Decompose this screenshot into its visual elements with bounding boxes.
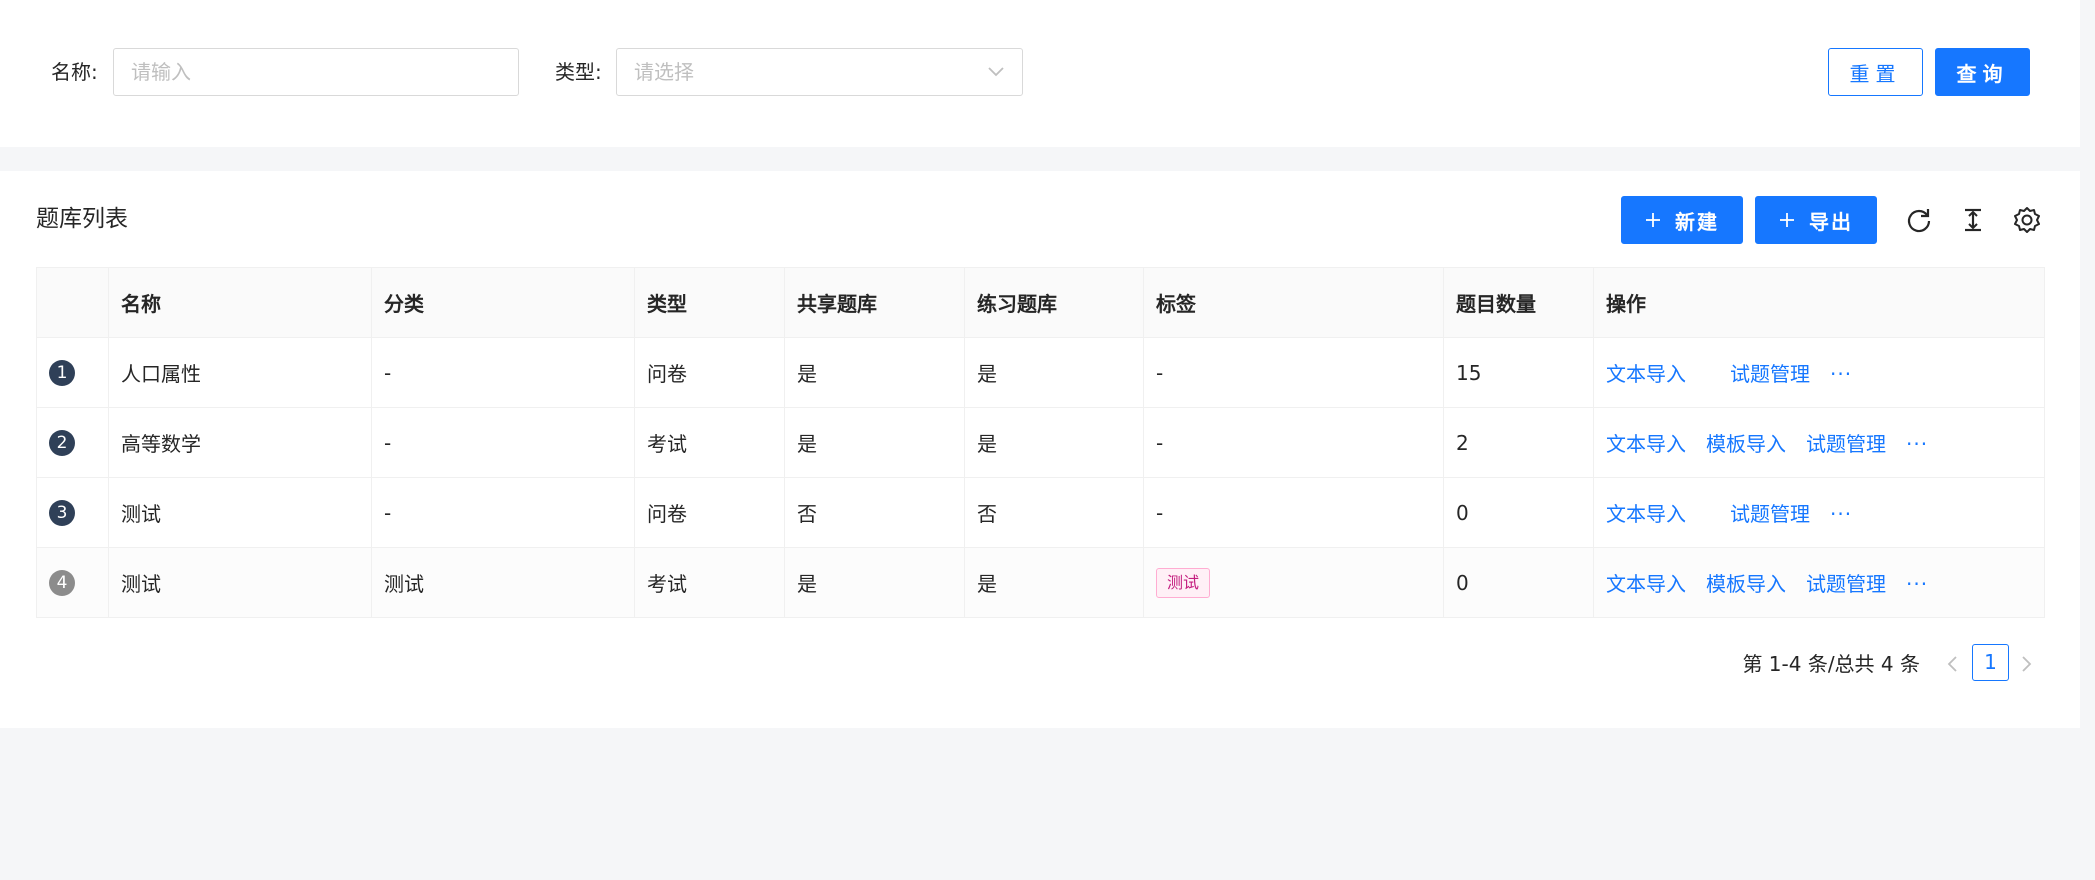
- more-actions-button[interactable]: ···: [1830, 362, 1852, 386]
- tag-cell: -: [1143, 337, 1444, 408]
- category-cell: -: [371, 477, 635, 548]
- count-cell: 0: [1443, 477, 1594, 548]
- search-panel: 名称: 请输入 类型: 请选择 重置 查询: [0, 0, 2080, 147]
- category-cell: -: [371, 407, 635, 478]
- type-cell: 考试: [634, 547, 785, 618]
- type-label: 类型:: [555, 60, 602, 84]
- new-button[interactable]: 新建: [1621, 196, 1743, 244]
- name-cell: 高等数学: [108, 407, 372, 478]
- index-cell: 2: [36, 407, 109, 478]
- chevron-left-icon[interactable]: [1944, 655, 1962, 673]
- reset-button-label: 重置: [1849, 61, 1902, 86]
- list-title: 题库列表: [36, 206, 128, 232]
- text-import-link[interactable]: 文本导入: [1606, 362, 1686, 386]
- column-header-practice: 练习题库: [964, 267, 1144, 338]
- question-manage-link[interactable]: 试题管理: [1806, 432, 1886, 456]
- name-cell: 人口属性: [108, 337, 372, 408]
- index-badge: 3: [49, 500, 75, 526]
- table-row: 2 高等数学 - 考试 是 是 - 2 文本导入 模板导入 试题管理 ···: [36, 407, 2045, 478]
- index-badge: 2: [49, 430, 75, 456]
- column-header-index: [36, 267, 109, 338]
- index-badge: 1: [49, 360, 75, 386]
- practice-cell: 是: [964, 337, 1144, 408]
- category-cell: -: [371, 337, 635, 408]
- column-header-shared: 共享题库: [784, 267, 965, 338]
- tag-cell: -: [1143, 407, 1444, 478]
- pagination-summary: 第 1-4 条/总共 4 条: [1742, 652, 1920, 676]
- tag-badge: 测试: [1156, 567, 1211, 598]
- list-panel: 题库列表 新建 导出 名称 分类 类型 共享题库 练习题库 标签 题目数量 操作…: [0, 171, 2080, 728]
- column-header-actions: 操作: [1593, 267, 2045, 338]
- count-cell: 0: [1443, 547, 1594, 618]
- text-import-link[interactable]: 文本导入: [1606, 572, 1686, 596]
- query-button-label: 查询: [1956, 61, 2009, 86]
- actions-cell: 文本导入 试题管理 ···: [1593, 477, 2045, 548]
- reload-icon[interactable]: [1905, 206, 1933, 234]
- question-manage-link[interactable]: 试题管理: [1730, 502, 1810, 526]
- table-row: 4 测试 测试 考试 是 是 测试 0 文本导入 模板导入 试题管理 ···: [36, 547, 2045, 618]
- column-header-name: 名称: [108, 267, 372, 338]
- type-cell: 考试: [634, 407, 785, 478]
- text-import-link[interactable]: 文本导入: [1606, 502, 1686, 526]
- export-button[interactable]: 导出: [1755, 196, 1877, 244]
- name-label: 名称:: [51, 60, 98, 84]
- column-height-icon[interactable]: [1959, 206, 1987, 234]
- category-cell: 测试: [371, 547, 635, 618]
- tag-cell: -: [1143, 477, 1444, 548]
- column-header-count: 题目数量: [1443, 267, 1594, 338]
- index-cell: 1: [36, 337, 109, 408]
- type-select[interactable]: 请选择: [616, 48, 1023, 96]
- query-button[interactable]: 查询: [1935, 48, 2030, 96]
- question-bank-table: 名称 分类 类型 共享题库 练习题库 标签 题目数量 操作 1 人口属性 - 问…: [36, 267, 2045, 618]
- actions-cell: 文本导入 模板导入 试题管理 ···: [1593, 547, 2045, 618]
- shared-cell: 否: [784, 477, 965, 548]
- chevron-down-icon: [988, 67, 1004, 77]
- plus-icon: [1780, 213, 1794, 227]
- shared-cell: 是: [784, 547, 965, 618]
- question-manage-link[interactable]: 试题管理: [1806, 572, 1886, 596]
- pagination-page-1[interactable]: 1: [1972, 644, 2009, 681]
- new-button-label: 新建: [1675, 209, 1719, 234]
- type-cell: 问卷: [634, 337, 785, 408]
- name-input[interactable]: 请输入: [113, 48, 519, 96]
- name-cell: 测试: [108, 477, 372, 548]
- type-cell: 问卷: [634, 477, 785, 548]
- reset-button[interactable]: 重置: [1828, 48, 1923, 96]
- name-cell: 测试: [108, 547, 372, 618]
- practice-cell: 否: [964, 477, 1144, 548]
- export-button-label: 导出: [1809, 209, 1853, 234]
- table-header-row: 名称 分类 类型 共享题库 练习题库 标签 题目数量 操作: [36, 267, 2045, 338]
- index-badge: 4: [49, 570, 75, 596]
- plus-icon: [1646, 213, 1660, 227]
- shared-cell: 是: [784, 407, 965, 478]
- more-actions-button[interactable]: ···: [1906, 432, 1928, 456]
- practice-cell: 是: [964, 407, 1144, 478]
- text-import-link[interactable]: 文本导入: [1606, 432, 1686, 456]
- template-import-link[interactable]: 模板导入: [1706, 572, 1786, 596]
- setting-icon[interactable]: [2013, 206, 2041, 234]
- index-cell: 3: [36, 477, 109, 548]
- index-cell: 4: [36, 547, 109, 618]
- table-row: 3 测试 - 问卷 否 否 - 0 文本导入 试题管理 ···: [36, 477, 2045, 548]
- question-manage-link[interactable]: 试题管理: [1730, 362, 1810, 386]
- more-actions-button[interactable]: ···: [1906, 572, 1928, 596]
- count-cell: 15: [1443, 337, 1594, 408]
- shared-cell: 是: [784, 337, 965, 408]
- column-header-category: 分类: [371, 267, 635, 338]
- column-header-type: 类型: [634, 267, 785, 338]
- table-row: 1 人口属性 - 问卷 是 是 - 15 文本导入 试题管理 ···: [36, 337, 2045, 408]
- column-header-tag: 标签: [1143, 267, 1444, 338]
- practice-cell: 是: [964, 547, 1144, 618]
- template-import-link[interactable]: 模板导入: [1706, 432, 1786, 456]
- count-cell: 2: [1443, 407, 1594, 478]
- more-actions-button[interactable]: ···: [1830, 502, 1852, 526]
- type-select-placeholder: 请选择: [634, 60, 694, 84]
- actions-cell: 文本导入 试题管理 ···: [1593, 337, 2045, 408]
- actions-cell: 文本导入 模板导入 试题管理 ···: [1593, 407, 2045, 478]
- tag-cell: 测试: [1143, 547, 1444, 618]
- chevron-right-icon[interactable]: [2017, 655, 2035, 673]
